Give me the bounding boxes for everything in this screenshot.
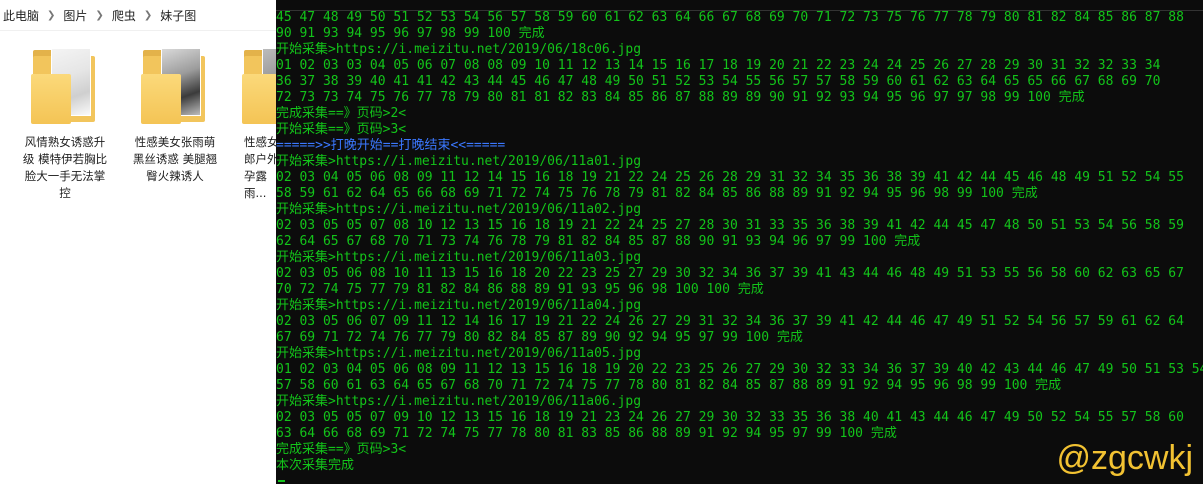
console-line: 02 03 05 06 07 09 11 12 14 16 17 19 21 2…: [276, 314, 1184, 329]
console-line: 开始采集>https://i.meizitu.net/2019/06/11a02…: [276, 202, 642, 217]
breadcrumb-item-pictures[interactable]: 图片: [60, 7, 90, 24]
watermark-text: @zgcwkj: [1056, 439, 1193, 477]
folder-with-photo-icon: [242, 44, 276, 126]
console-line: 70 72 74 75 77 79 81 82 84 86 88 89 91 9…: [276, 282, 764, 297]
console-line: 58 59 61 62 64 65 66 68 69 71 72 74 75 7…: [276, 186, 1038, 201]
breadcrumb-item-crawler[interactable]: 爬虫: [109, 7, 139, 24]
console-window[interactable]: 45 47 48 49 50 51 52 53 54 56 57 58 59 6…: [276, 0, 1203, 484]
console-line: 开始采集>https://i.meizitu.net/2019/06/11a01…: [276, 154, 642, 169]
breadcrumb-chevron-icon: ❯: [47, 9, 56, 21]
console-line: 57 58 60 61 63 64 65 67 68 70 71 72 74 7…: [276, 378, 1062, 393]
console-line: 02 03 05 06 08 10 11 13 15 16 18 20 22 2…: [276, 266, 1184, 281]
console-line: 45 47 48 49 50 51 52 53 54 56 57 58 59 6…: [276, 10, 1184, 25]
console-line: 开始采集>https://i.meizitu.net/2019/06/11a04…: [276, 298, 642, 313]
folder-label: 性感女郎户外孕露雨...: [244, 135, 276, 200]
console-cursor: [278, 480, 285, 482]
console-line: 01 02 03 03 04 05 06 07 08 08 09 10 11 1…: [276, 58, 1161, 73]
folder-with-photo-icon: [31, 44, 99, 126]
console-line: 开始采集>https://i.meizitu.net/2019/06/18c06…: [276, 42, 642, 57]
console-line: 90 91 93 94 95 96 97 98 99 100 完成: [276, 26, 545, 41]
breadcrumb-chevron-icon: ❯: [95, 9, 104, 21]
console-line: 72 73 73 74 75 76 77 78 79 80 81 81 82 8…: [276, 90, 1085, 105]
breadcrumb: 此电脑 ❯ 图片 ❯ 爬虫 ❯ 妹子图: [0, 0, 276, 31]
folder-item[interactable]: 风情熟女诱惑升级 模特伊若胸比脸大一手无法掌控: [22, 44, 108, 202]
console-line: 36 37 38 39 40 41 41 42 43 44 45 46 47 4…: [276, 74, 1161, 89]
folder-item[interactable]: 性感女郎户外孕露雨...: [236, 44, 276, 202]
folder-label: 性感美女张雨萌黑丝诱惑 美腿翘臀火辣诱人: [132, 135, 218, 183]
console-line: 67 69 71 72 74 76 77 79 80 82 84 85 87 8…: [276, 330, 803, 345]
console-line: 开始采集>https://i.meizitu.net/2019/06/11a06…: [276, 394, 642, 409]
console-line: 开始采集>https://i.meizitu.net/2019/06/11a03…: [276, 250, 642, 265]
breadcrumb-item-meizitu[interactable]: 妹子图: [157, 7, 199, 24]
file-explorer-pane: 此电脑 ❯ 图片 ❯ 爬虫 ❯ 妹子图 风情熟女诱惑升级 模特伊若胸比脸大一手无…: [0, 0, 276, 484]
console-line: 开始采集>https://i.meizitu.net/2019/06/11a05…: [276, 346, 642, 361]
console-line: 02 03 04 05 06 08 09 11 12 14 15 16 18 1…: [276, 170, 1184, 185]
console-line: =====>>打晚开始==打晚结束<<=====: [276, 138, 506, 153]
console-line: 62 64 65 67 68 70 71 73 74 76 78 79 81 8…: [276, 234, 921, 249]
breadcrumb-item-this-pc[interactable]: 此电脑: [0, 7, 42, 24]
console-output: 45 47 48 49 50 51 52 53 54 56 57 58 59 6…: [276, 10, 1203, 474]
folder-with-photo-icon: [141, 44, 209, 126]
folder-label: 风情熟女诱惑升级 模特伊若胸比脸大一手无法掌控: [22, 135, 108, 200]
console-line: 01 02 03 04 05 06 08 09 11 12 13 15 16 1…: [276, 362, 1203, 377]
console-line: 02 03 05 05 07 09 10 12 13 15 16 18 19 2…: [276, 410, 1184, 425]
console-line: 02 03 05 05 07 08 10 12 13 15 16 18 19 2…: [276, 218, 1184, 233]
folder-item[interactable]: 性感美女张雨萌黑丝诱惑 美腿翘臀火辣诱人: [132, 44, 218, 185]
console-line: 开始采集==》页码>3<: [276, 122, 407, 137]
breadcrumb-chevron-icon: ❯: [143, 9, 153, 21]
console-line: 完成采集==》页码>2<: [276, 106, 407, 121]
